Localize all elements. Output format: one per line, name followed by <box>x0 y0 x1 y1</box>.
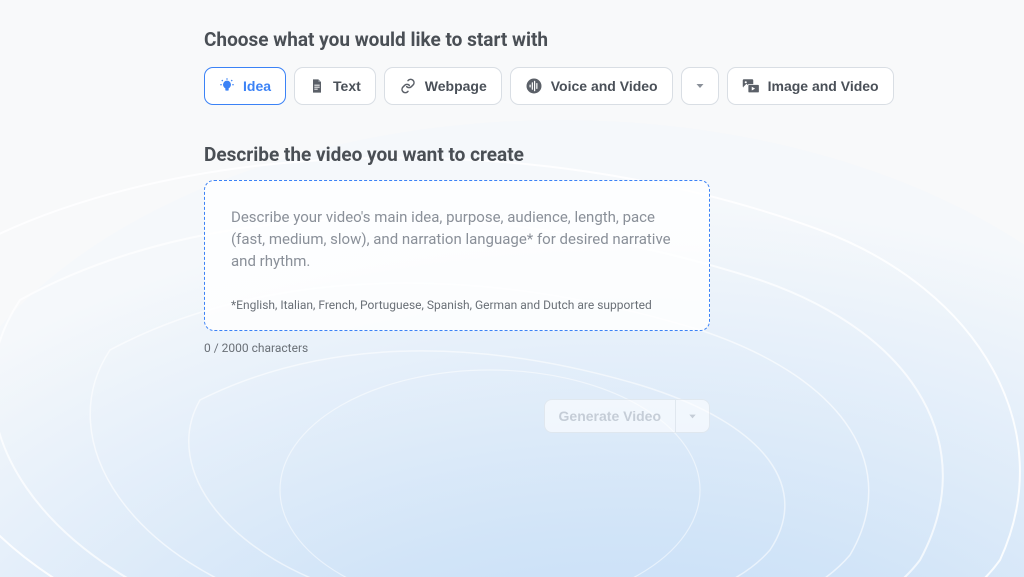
document-icon <box>309 78 325 94</box>
tab-voice-and-video[interactable]: Voice and Video <box>510 67 673 105</box>
tab-label: Voice and Video <box>551 79 658 93</box>
tab-label: Idea <box>243 79 271 93</box>
language-footnote: *English, Italian, French, Portuguese, S… <box>231 298 683 312</box>
caret-down-icon <box>687 411 698 422</box>
generate-video-button[interactable]: Generate Video <box>545 400 675 432</box>
tab-label: Image and Video <box>768 79 879 93</box>
describe-input-box[interactable]: Describe your video's main idea, purpose… <box>204 180 710 331</box>
tab-label: Webpage <box>425 79 487 93</box>
start-with-tabs: Idea Text Webpage <box>204 67 1024 105</box>
page-heading: Choose what you would like to start with <box>204 28 1024 51</box>
tab-label: Text <box>333 79 361 93</box>
link-icon <box>399 78 417 94</box>
generate-dropdown-button[interactable] <box>675 400 709 432</box>
tab-image-and-video[interactable]: Image and Video <box>727 67 894 105</box>
tab-webpage[interactable]: Webpage <box>384 67 502 105</box>
describe-placeholder: Describe your video's main idea, purpose… <box>231 207 671 272</box>
tab-dropdown-button[interactable] <box>681 67 719 105</box>
character-count: 0 / 2000 characters <box>204 341 1024 355</box>
tab-idea[interactable]: Idea <box>204 67 286 105</box>
caret-down-icon <box>694 80 706 92</box>
tab-text[interactable]: Text <box>294 67 376 105</box>
generate-video-group: Generate Video <box>544 399 710 433</box>
voice-icon <box>525 77 543 95</box>
describe-heading: Describe the video you want to create <box>204 143 1024 166</box>
image-video-icon <box>742 78 760 94</box>
lightbulb-icon <box>219 78 235 94</box>
